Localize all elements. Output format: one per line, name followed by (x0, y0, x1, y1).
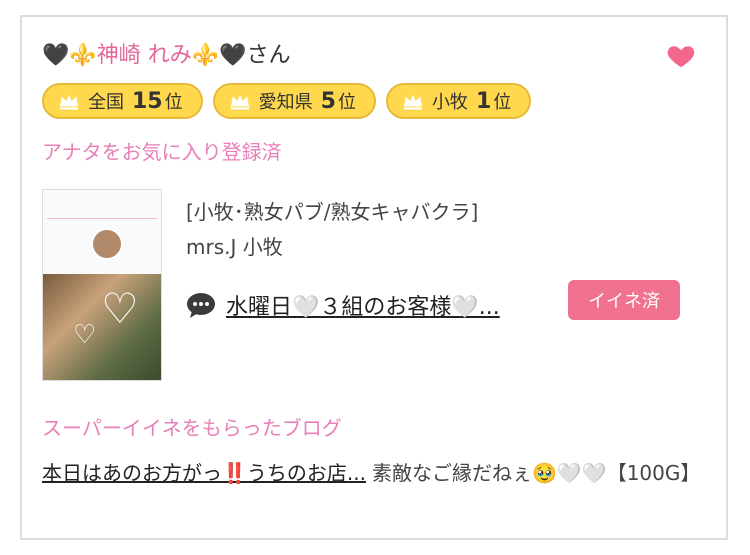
crown-icon (60, 94, 78, 110)
blog-title-part1: 本日はあのお方がっ (42, 461, 222, 485)
profile-thumbnail[interactable]: ♡ ♡ (42, 189, 162, 381)
rank-number: 15 (132, 88, 163, 114)
rank-area: 愛知県 (258, 92, 313, 113)
rank-area: 全国 (88, 92, 124, 113)
super-iine-comment: 素敵なご縁だねぇ🥹🤍🤍【100G】 (372, 461, 701, 485)
ranking-badges: 全国 15 位 愛知県 5 位 小牧 1 位 (42, 83, 532, 119)
double-exclamation-icon: ‼️ (222, 461, 247, 485)
rank-badge-national[interactable]: 全国 15 位 (42, 83, 203, 119)
rank-number: 1 (475, 88, 492, 114)
cast-card: 🖤⚜️神崎 れみ⚜️🖤さん 全国 15 位 愛知県 5 位 小牧 1 位 アナタ… (20, 15, 728, 540)
rank-suffix: 位 (337, 92, 356, 113)
shop-category: [小牧･熟女パブ/熟女キャバクラ] (186, 200, 479, 224)
blog-title-link[interactable]: 本日はあのお方がっ‼️うちのお店... (42, 457, 368, 490)
cast-name-row[interactable]: 🖤⚜️神崎 れみ⚜️🖤さん (42, 39, 291, 73)
honorific: さん (246, 43, 291, 68)
iine-button[interactable]: イイネ済 (568, 280, 680, 320)
rank-number: 5 (320, 88, 336, 114)
rank-suffix: 位 (493, 92, 512, 113)
avatar (91, 228, 123, 260)
crown-icon (403, 94, 422, 110)
thumbnail-header (43, 190, 161, 274)
name-suffix-decoration: ⚜️🖤 (191, 43, 247, 68)
rank-badge-city[interactable]: 小牧 1 位 (385, 83, 532, 119)
shop-name[interactable]: mrs.J 小牧 (186, 231, 283, 260)
profile-photo: ♡ ♡ (43, 274, 161, 380)
latest-post: 水曜日🤍３組のお客様🤍... (186, 289, 500, 321)
crown-icon (230, 94, 249, 110)
heart-sticker-icon: ♡ (73, 320, 97, 350)
super-iine-label: スーパーイイネをもらったブログ (42, 416, 342, 440)
rank-badge-prefecture[interactable]: 愛知県 5 位 (212, 83, 376, 119)
favorite-status-text: アナタをお気に入り登録済 (42, 140, 282, 164)
cast-name[interactable]: 神崎 れみ (97, 43, 192, 68)
post-title-link[interactable]: 水曜日🤍３組のお客様🤍... (226, 289, 500, 321)
rank-suffix: 位 (164, 92, 183, 113)
name-prefix-decoration: 🖤⚜️ (42, 43, 97, 68)
heart-sticker-icon: ♡ (101, 284, 139, 333)
blog-title-part2: うちのお店... (246, 461, 366, 485)
rank-area: 小牧 (431, 92, 468, 113)
thumbnail-tabs (47, 208, 157, 219)
speech-bubble-icon (187, 293, 215, 318)
heart-icon[interactable] (666, 41, 696, 71)
